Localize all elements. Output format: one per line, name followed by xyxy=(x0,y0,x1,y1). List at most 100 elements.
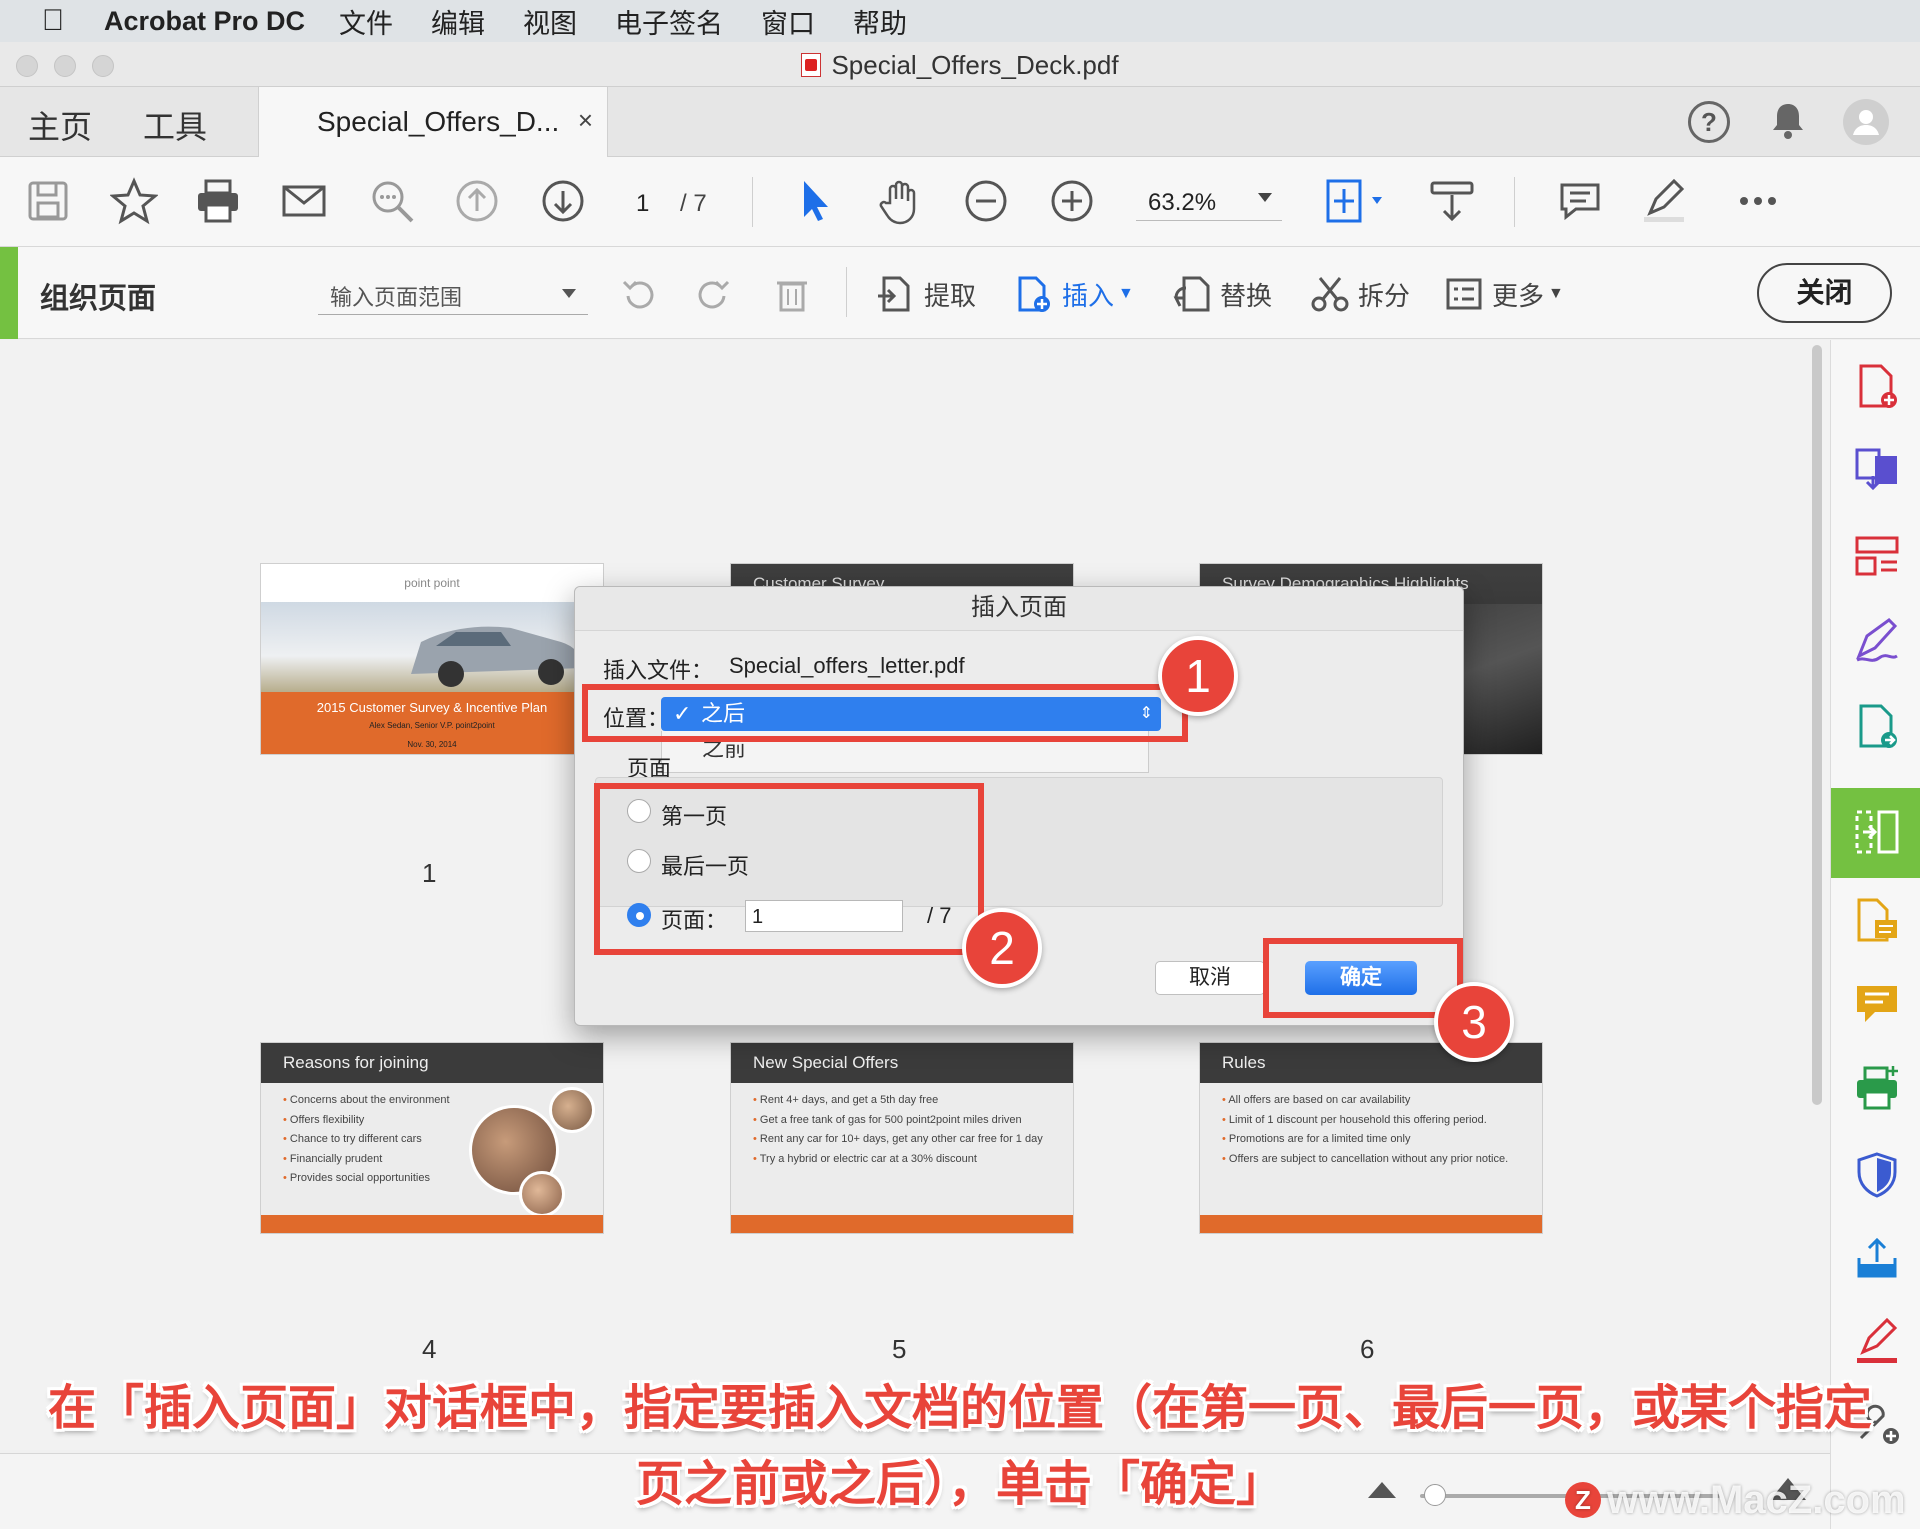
watermark-logo-icon: Z xyxy=(1565,1482,1601,1518)
bullet-item: Rent 4+ days, and get a 5th day free xyxy=(753,1091,1043,1111)
page-number-1: 1 xyxy=(422,858,437,888)
redact-pen-icon[interactable] xyxy=(1853,1317,1901,1366)
export-pdf-icon[interactable] xyxy=(1853,702,1901,750)
more-options-icon[interactable] xyxy=(1734,177,1782,225)
menu-esign[interactable]: 电子签名 xyxy=(615,2,723,41)
caret-down-icon: ▼ xyxy=(1548,285,1564,302)
page-thumbnail-4[interactable]: Reasons for joining Concerns about the e… xyxy=(260,1042,604,1234)
slide-footer xyxy=(731,1215,1073,1233)
bullet-item: Concerns about the environment xyxy=(283,1091,450,1111)
insert-button[interactable]: 插入 ▼ xyxy=(1014,273,1134,315)
next-page-icon[interactable] xyxy=(539,177,587,225)
fill-sign-icon[interactable] xyxy=(1853,616,1901,664)
zoom-level-dropdown[interactable]: 63.2% xyxy=(1136,187,1282,221)
help-icon[interactable]: ? xyxy=(1688,101,1730,143)
close-tool-button[interactable]: 关闭 xyxy=(1757,263,1892,323)
cancel-button[interactable]: 取消 xyxy=(1155,961,1265,995)
share-upload-icon[interactable] xyxy=(1853,1234,1901,1282)
callout-highlight-ok xyxy=(1263,938,1463,1018)
slide-footer xyxy=(261,1215,603,1233)
chevron-down-icon xyxy=(1258,193,1272,202)
bullet-item: Limit of 1 discount per household this o… xyxy=(1222,1111,1508,1131)
apple-icon[interactable]:  xyxy=(28,4,78,38)
create-pdf-icon[interactable] xyxy=(1853,362,1901,410)
right-tools-panel xyxy=(1830,340,1920,1529)
scissors-icon xyxy=(1311,277,1349,312)
more-button[interactable]: 更多 ▼ xyxy=(1444,273,1564,315)
slide-bullets: All offers are based on car availability… xyxy=(1222,1091,1508,1169)
tab-home[interactable]: 主页 xyxy=(28,102,92,148)
page-number-4: 4 xyxy=(422,1334,437,1364)
notification-bell-icon[interactable] xyxy=(1770,101,1806,141)
fit-page-icon[interactable] xyxy=(1322,177,1386,225)
page-number-input[interactable]: 1 xyxy=(636,190,649,218)
replace-label: 替换 xyxy=(1220,280,1273,311)
people-photo-small xyxy=(549,1087,595,1133)
close-tab-icon[interactable]: × xyxy=(578,105,593,136)
page-thumbnail-1[interactable]: point point 2015 Customer Survey & Incen… xyxy=(260,563,604,755)
split-button[interactable]: 拆分 xyxy=(1310,273,1410,315)
vertical-scrollbar[interactable] xyxy=(1812,345,1822,1105)
extract-button[interactable]: 提取 xyxy=(876,273,976,315)
bullet-item: Financially prudent xyxy=(283,1150,450,1170)
organize-layout-icon[interactable] xyxy=(1853,532,1901,580)
select-cursor-icon[interactable] xyxy=(792,177,840,225)
user-avatar-icon[interactable] xyxy=(1843,99,1889,145)
rotate-right-icon[interactable] xyxy=(694,273,742,315)
comment-tool-icon[interactable] xyxy=(1853,980,1901,1028)
zoom-in-icon[interactable] xyxy=(1048,177,1096,225)
callout-badge-1: 1 xyxy=(1158,636,1238,716)
extract-label: 提取 xyxy=(924,280,977,311)
delete-trash-icon[interactable] xyxy=(772,273,820,315)
protect-shield-icon[interactable] xyxy=(1853,1150,1901,1198)
extract-icon xyxy=(878,276,910,312)
replace-button[interactable]: 替换 xyxy=(1172,273,1272,315)
hand-tool-icon[interactable] xyxy=(876,177,924,225)
app-menu[interactable]: Acrobat Pro DC xyxy=(104,6,305,37)
organize-pages-icon[interactable] xyxy=(1853,808,1901,856)
bullet-item: Offers are subject to cancellation witho… xyxy=(1222,1150,1508,1170)
page-range-dropdown[interactable]: 输入页面范围 xyxy=(318,271,588,315)
tab-document-label: Special_Offers_D... xyxy=(317,106,560,137)
pdf-file-icon xyxy=(801,53,822,77)
caret-down-icon: ▼ xyxy=(1118,285,1134,302)
print-production-icon[interactable] xyxy=(1853,1064,1901,1112)
page-thumbnail-6[interactable]: Rules All offers are based on car availa… xyxy=(1199,1042,1543,1234)
menu-window[interactable]: 窗口 xyxy=(761,2,815,41)
slide-author: Alex Sedan, Senior V.P. point2point xyxy=(369,721,495,730)
comment-icon[interactable] xyxy=(1556,177,1604,225)
page-number-5: 5 xyxy=(892,1334,907,1364)
edit-pdf-comment-icon[interactable] xyxy=(1853,896,1901,944)
search-zoom-icon[interactable] xyxy=(368,177,416,225)
bullet-item: Offers flexibility xyxy=(283,1111,450,1131)
print-icon[interactable] xyxy=(194,177,242,225)
split-label: 拆分 xyxy=(1358,280,1411,311)
car-photo xyxy=(261,602,603,692)
insert-page-icon xyxy=(1018,276,1050,312)
menu-edit[interactable]: 编辑 xyxy=(431,2,485,41)
slide-logo-text: point point xyxy=(404,576,460,590)
toolbar-divider xyxy=(752,177,753,227)
tab-tools[interactable]: 工具 xyxy=(143,102,207,148)
menu-view[interactable]: 视图 xyxy=(523,2,577,41)
email-icon[interactable] xyxy=(280,177,328,225)
insert-file-name: Special_offers_letter.pdf xyxy=(729,653,965,678)
chevron-down-icon xyxy=(562,289,576,298)
rotate-left-icon[interactable] xyxy=(618,273,666,315)
scroll-mode-icon[interactable] xyxy=(1428,177,1476,225)
highlight-pen-icon[interactable] xyxy=(1640,177,1688,225)
bullet-item: All offers are based on car availability xyxy=(1222,1091,1508,1111)
window-title-bar: Special_Offers_Deck.pdf xyxy=(0,42,1920,87)
menu-file[interactable]: 文件 xyxy=(339,2,393,41)
page-thumbnail-5[interactable]: New Special Offers Rent 4+ days, and get… xyxy=(730,1042,1074,1234)
zoom-out-icon[interactable] xyxy=(962,177,1010,225)
tab-document[interactable]: Special_Offers_D... × xyxy=(258,87,608,157)
bookmark-star-icon[interactable] xyxy=(109,177,159,225)
menu-help[interactable]: 帮助 xyxy=(853,2,907,41)
previous-page-icon[interactable] xyxy=(453,177,501,225)
slide-bullets: Concerns about the environment Offers fl… xyxy=(283,1091,450,1189)
watermark-text: www.MacZ.com xyxy=(1607,1478,1906,1522)
save-icon[interactable] xyxy=(24,177,72,225)
slide-footer xyxy=(1200,1215,1542,1233)
combine-files-icon[interactable] xyxy=(1853,446,1901,494)
